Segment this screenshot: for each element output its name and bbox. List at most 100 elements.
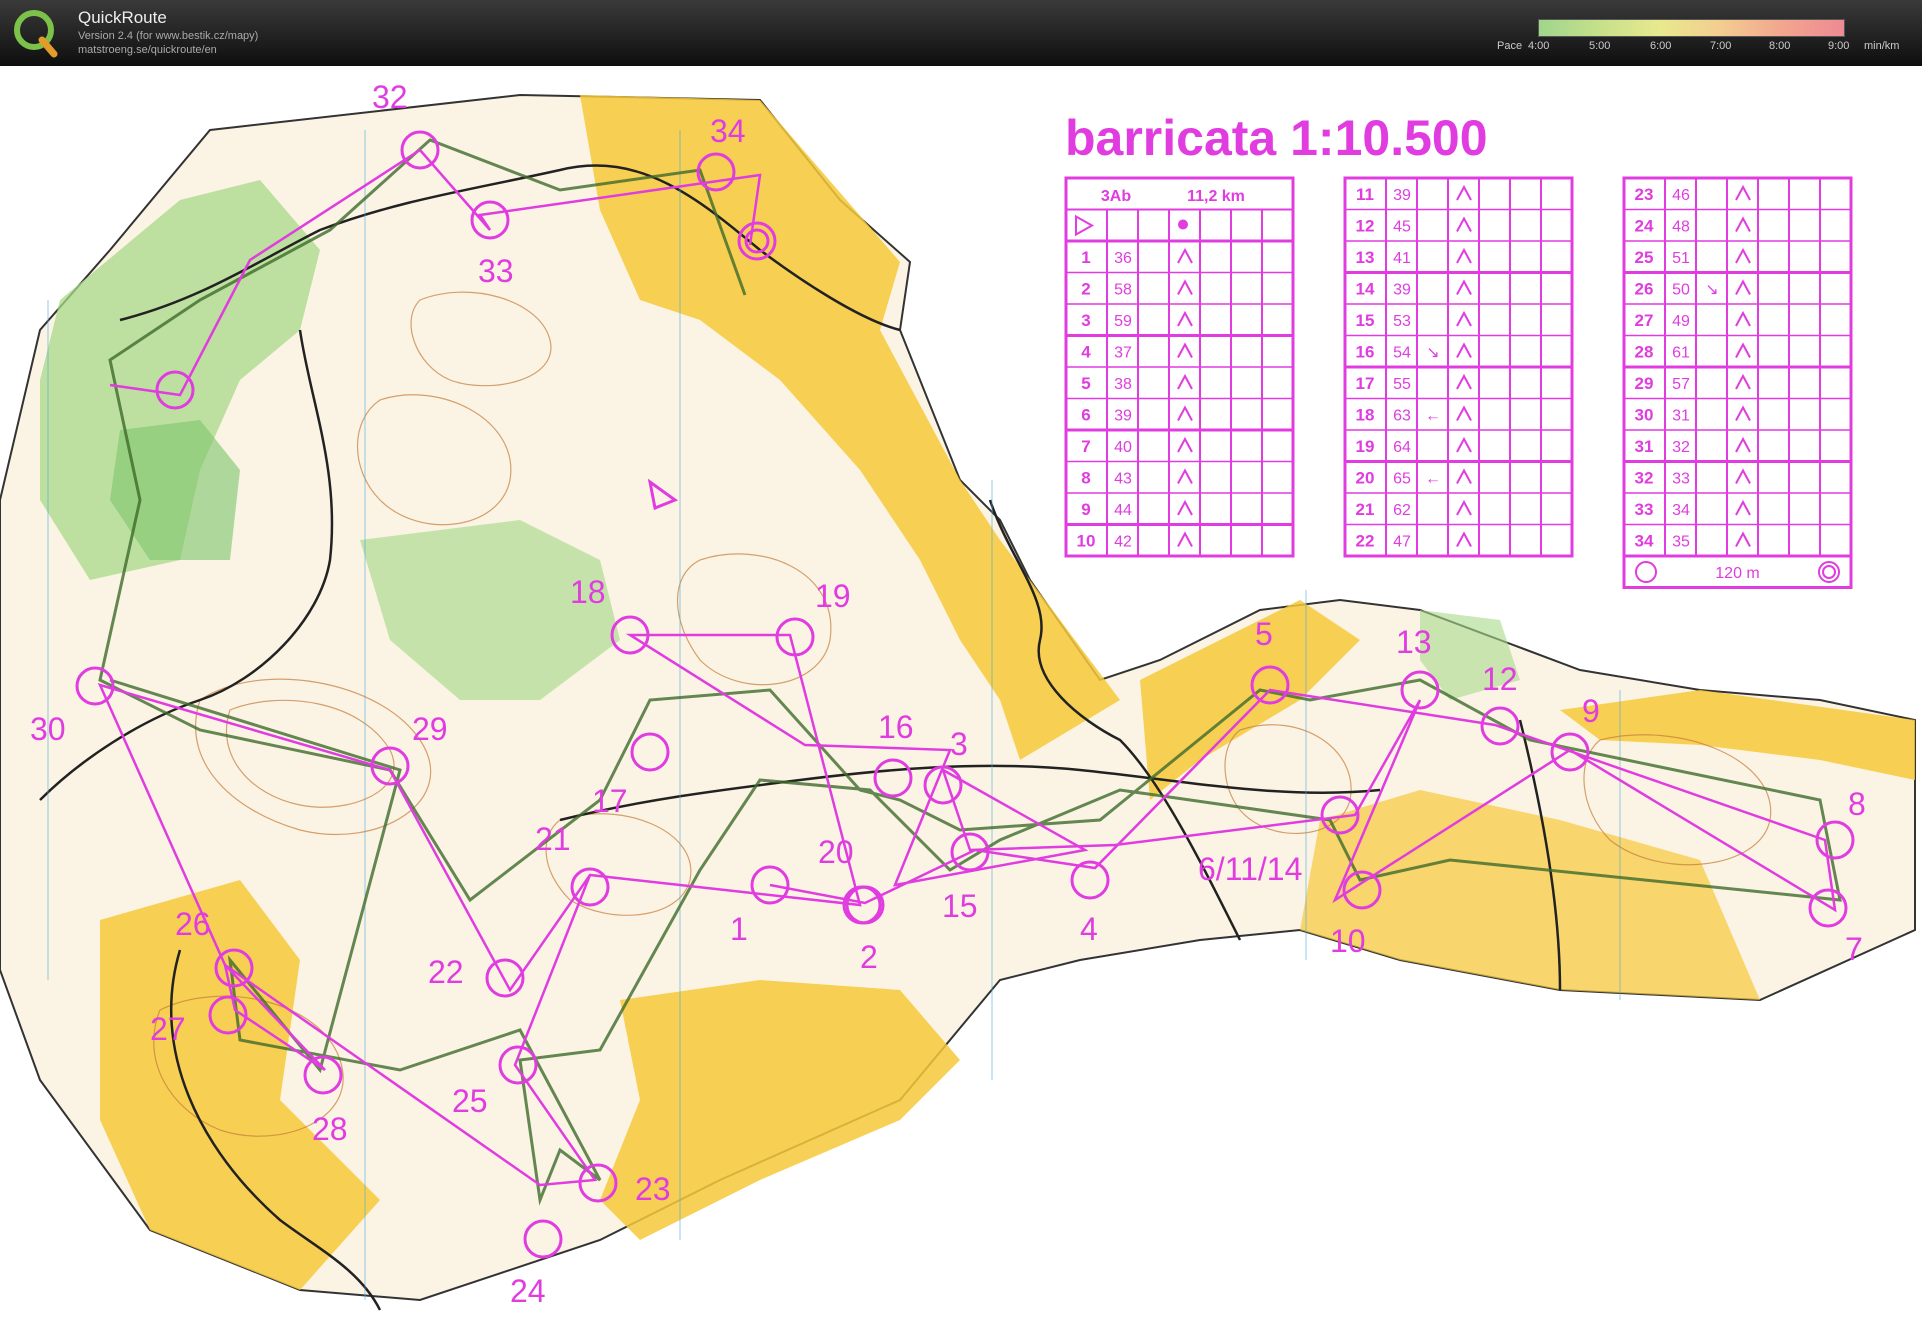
control-label: 32: [372, 79, 408, 115]
control-number: 6: [1081, 405, 1090, 424]
control-number: 17: [1356, 374, 1375, 393]
feature-symbol-icon: [1456, 247, 1472, 264]
pace-tick: 7:00: [1710, 40, 1732, 52]
feature-symbol-icon: [1456, 468, 1472, 484]
control-label: 13: [1396, 624, 1432, 660]
control-label: 16: [878, 709, 914, 745]
control-label: 10: [1330, 923, 1366, 959]
control-label: 20: [818, 834, 854, 870]
control-code: 53: [1393, 313, 1411, 330]
feature-symbol-icon: [1735, 216, 1751, 232]
feature-symbol-icon: [1456, 184, 1472, 201]
feature-symbol-icon: [1735, 184, 1751, 201]
control-number: 7: [1081, 437, 1090, 456]
feature-symbol-icon: [1735, 373, 1751, 390]
control-code: 55: [1393, 376, 1411, 393]
control-code: 31: [1672, 407, 1690, 424]
feature-symbol-icon: [1177, 499, 1193, 516]
control-label: 18: [570, 574, 606, 610]
control-label: 28: [312, 1111, 348, 1147]
control-number: 30: [1635, 405, 1654, 424]
control-label: 1: [730, 911, 748, 947]
control-label: 5: [1255, 616, 1273, 652]
control-number: 11: [1356, 185, 1374, 204]
control-number: 24: [1635, 216, 1654, 235]
control-label: 26: [175, 906, 211, 942]
control-number: 25: [1635, 248, 1654, 267]
control-number: 2: [1081, 279, 1090, 298]
orienteering-map[interactable]: 1 2 3 4 5 6/11/14 7 8 9 10 12 13 15 16 1…: [0, 66, 1922, 1319]
course-length: 11,2 km: [1187, 188, 1245, 205]
control-number: 10: [1077, 531, 1096, 550]
control-code: 34: [1672, 502, 1690, 519]
feature-symbol-icon: [1456, 373, 1472, 390]
feature-symbol-icon: [1177, 405, 1193, 421]
control-number: 9: [1081, 500, 1090, 519]
control-label: 17: [592, 783, 628, 819]
feature-symbol-icon: [1456, 405, 1472, 421]
control-code: 33: [1672, 470, 1690, 487]
control-number: 34: [1635, 531, 1654, 550]
control-label: 27: [150, 1011, 186, 1047]
control-number: 13: [1356, 248, 1375, 267]
control-number: 19: [1356, 437, 1375, 456]
control-number: 18: [1356, 405, 1375, 424]
feature-symbol-icon: [1456, 436, 1472, 453]
control-number: 5: [1081, 374, 1090, 393]
finish-double-circle-icon: [1822, 565, 1836, 579]
control-label: 21: [535, 821, 571, 857]
control-number: 8: [1081, 468, 1090, 487]
control-number: 3: [1081, 311, 1090, 330]
feature-symbol-icon: [1456, 342, 1472, 358]
control-number: 1: [1081, 248, 1090, 267]
feature-symbol-icon: [1177, 373, 1193, 390]
feature-symbol-icon: [1735, 342, 1751, 358]
control-code: 62: [1393, 502, 1411, 519]
quickroute-logo-icon: [14, 10, 58, 58]
finish-circle-icon: [1635, 561, 1657, 583]
direction-arrow-icon: ↘: [1426, 344, 1439, 361]
control-number: 16: [1356, 342, 1375, 361]
feature-symbol-icon: [1735, 279, 1751, 295]
control-number: 23: [1635, 185, 1654, 204]
feature-symbol-icon: [1735, 499, 1751, 516]
start-feature-icon: [1178, 219, 1188, 230]
control-code: 32: [1672, 439, 1690, 456]
feature-symbol-icon: [1735, 310, 1751, 327]
feature-symbol-icon: [1456, 279, 1472, 295]
pace-tick: 6:00: [1650, 40, 1672, 52]
control-code: 40: [1114, 439, 1132, 456]
feature-symbol-icon: [1177, 247, 1193, 264]
feature-symbol-icon: [1456, 310, 1472, 327]
pace-label: Pace: [1497, 40, 1523, 52]
course-name: 3Ab: [1101, 188, 1131, 205]
feature-symbol-icon: [1735, 247, 1751, 264]
control-code: 39: [1393, 187, 1411, 204]
feature-symbol-icon: [1177, 342, 1193, 358]
control-label: 9: [1582, 693, 1600, 729]
control-label: 7: [1845, 931, 1863, 967]
app-version: Version 2.4 (for www.bestik.cz/mapy): [78, 30, 259, 42]
feature-symbol-icon: [1177, 279, 1193, 295]
control-code: 51: [1672, 250, 1690, 267]
control-number: 29: [1635, 374, 1654, 393]
control-code: 57: [1672, 376, 1690, 393]
feature-symbol-icon: [1177, 468, 1193, 484]
control-label: 15: [942, 888, 978, 924]
control-code: 39: [1393, 281, 1411, 298]
start-triangle-icon: [1075, 214, 1095, 237]
finish-distance: 120 m: [1715, 565, 1759, 582]
feature-symbol-icon: [1735, 531, 1751, 547]
app-url: matstroeng.se/quickroute/en: [78, 44, 217, 56]
control-label: 30: [30, 711, 66, 747]
feature-symbol-icon: [1456, 216, 1472, 232]
control-code: 37: [1114, 344, 1132, 361]
control-code: 48: [1672, 218, 1690, 235]
control-code: 64: [1393, 439, 1411, 456]
control-number: 33: [1635, 500, 1654, 519]
feature-symbol-icon: [1456, 499, 1472, 516]
pace-tick: 9:00: [1828, 40, 1850, 52]
control-code: 63: [1393, 407, 1411, 424]
control-number: 27: [1635, 311, 1654, 330]
control-number: 28: [1635, 342, 1654, 361]
